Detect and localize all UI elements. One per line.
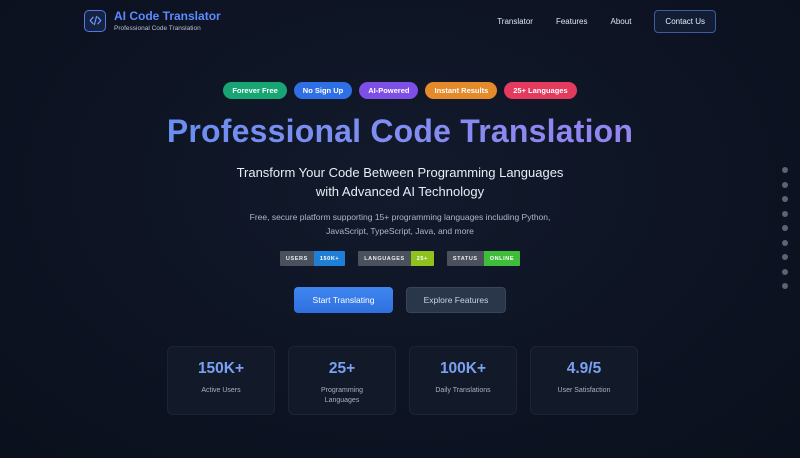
status-pill-key: USERS — [279, 251, 314, 266]
stat-card-daily-translations: 100K+ Daily Translations — [409, 346, 517, 415]
badge-instant-results: Instant Results — [425, 82, 498, 99]
stat-number: 4.9/5 — [566, 360, 602, 377]
cta-buttons: Start Translating Explore Features — [0, 287, 800, 313]
stat-number: 100K+ — [439, 360, 487, 377]
nav-link-about[interactable]: About — [611, 17, 632, 26]
hero-description: Free, secure platform supporting 15+ pro… — [0, 210, 800, 238]
section-nav-dot[interactable] — [782, 181, 788, 188]
brand-title: AI Code Translator — [114, 8, 221, 23]
stat-label: Active Users — [201, 387, 241, 394]
feature-badges: Forever Free No Sign Up AI-Powered Insta… — [0, 82, 800, 99]
stat-card-programming-languages: 25+ Programming Languages — [288, 346, 396, 415]
hero-subtitle: Transform Your Code Between Programming … — [0, 163, 800, 201]
status-pills: USERS 150K+ LANGUAGES 25+ STATUS ONLINE — [0, 251, 800, 266]
status-pill-key: STATUS — [446, 251, 484, 266]
badge-no-sign-up: No Sign Up — [293, 82, 353, 99]
start-translating-button[interactable]: Start Translating — [294, 287, 393, 313]
badge-forever-free: Forever Free — [223, 82, 287, 99]
hero-title: Professional Code Translation — [0, 113, 800, 150]
section-nav-dot[interactable] — [782, 283, 788, 289]
hero-description-line-2: JavaScript, TypeScript, Java, and more — [326, 226, 474, 236]
nav-link-translator[interactable]: Translator — [497, 17, 533, 26]
nav-links: Translator Features About Contact Us — [497, 9, 716, 33]
section-nav-dot[interactable] — [782, 239, 788, 246]
section-nav-dot[interactable] — [782, 210, 788, 217]
stat-card-user-satisfaction: 4.9/5 User Satisfaction — [530, 346, 638, 415]
stat-label: Daily Translations — [435, 387, 491, 394]
status-pill-key: LANGUAGES — [358, 251, 411, 266]
status-pill-value: 25+ — [410, 251, 434, 266]
status-pill-languages: LANGUAGES 25+ — [358, 251, 434, 266]
code-brackets-icon — [84, 9, 106, 32]
stats-row: 150K+ Active Users 25+ Programming Langu… — [167, 346, 638, 415]
badge-languages: 25+ Languages — [504, 82, 577, 99]
section-nav-dot[interactable] — [782, 225, 788, 231]
section-nav-dot[interactable] — [782, 268, 788, 275]
landing-page: AI Code Translator Professional Code Tra… — [0, 0, 800, 458]
section-nav-dot[interactable] — [782, 196, 788, 202]
stat-card-active-users: 150K+ Active Users — [167, 346, 275, 415]
top-navbar: AI Code Translator Professional Code Tra… — [0, 0, 800, 42]
badge-ai-powered: AI-Powered — [359, 82, 419, 99]
contact-us-button[interactable]: Contact Us — [654, 9, 716, 33]
stat-label: Programming Languages — [320, 387, 363, 404]
nav-link-features[interactable]: Features — [556, 17, 588, 26]
status-pill-value: ONLINE — [483, 251, 521, 266]
status-pill-users: USERS 150K+ — [279, 251, 346, 266]
brand[interactable]: AI Code Translator Professional Code Tra… — [84, 8, 221, 33]
stat-number: 25+ — [328, 360, 356, 377]
hero-description-line-1: Free, secure platform supporting 15+ pro… — [249, 212, 551, 222]
hero-subtitle-line-2: with Advanced AI Technology — [315, 184, 485, 199]
stat-label: User Satisfaction — [557, 387, 611, 394]
explore-features-button[interactable]: Explore Features — [406, 287, 506, 313]
section-nav-dot[interactable] — [782, 167, 788, 173]
section-nav-dot[interactable] — [782, 254, 788, 260]
section-nav-dots — [782, 167, 788, 289]
hero-subtitle-line-1: Transform Your Code Between Programming … — [236, 165, 564, 180]
status-pill-status: STATUS ONLINE — [446, 251, 521, 266]
stat-number: 150K+ — [197, 360, 245, 377]
brand-subtitle: Professional Code Translation — [114, 25, 201, 33]
status-pill-value: 150K+ — [313, 251, 346, 266]
